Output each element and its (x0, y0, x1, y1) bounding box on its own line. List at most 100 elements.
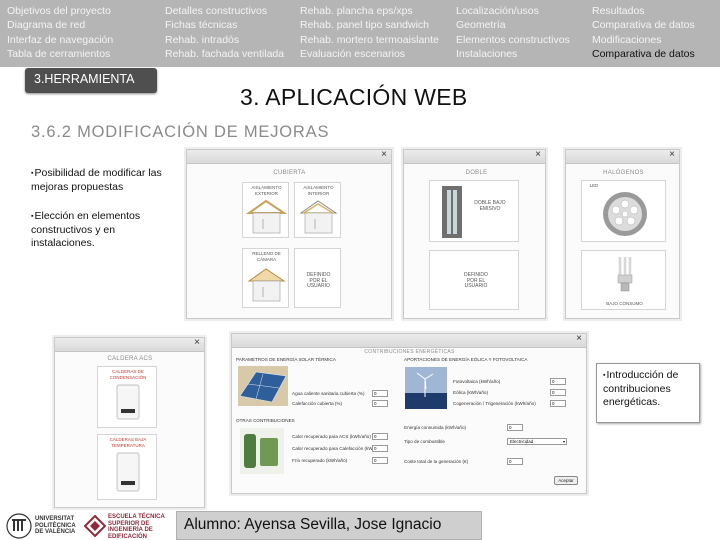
option-doble-bajo-emisivo[interactable]: DOBLE BAJO EMISIVO (429, 180, 519, 242)
close-icon[interactable]: × (381, 149, 387, 160)
bullet-text: Posibilidad de modificar las mejoras pro… (31, 167, 162, 193)
nav-link[interactable]: Geometría (456, 18, 570, 32)
pane-title: DOBLE (465, 170, 488, 176)
field-label: Eólica (kWh/año) (453, 390, 488, 395)
herramienta-tab[interactable]: 3.HERRAMIENTA (25, 68, 157, 93)
roof-icon (299, 200, 338, 234)
author-name: Alumno: Ayensa Sevilla, Jose Ignacio (184, 516, 442, 533)
window-profile-icon (442, 186, 462, 238)
nav-link[interactable]: Tabla de cerramientos (7, 47, 113, 61)
nav-link[interactable]: Evaluación escenarios (300, 47, 439, 61)
option-bajo-consumo[interactable]: BAJO CONSUMO (581, 250, 666, 310)
eolic-section-title: APORTACIONES DE ENERGÍA EÓLICA Y FOTOVOL… (404, 357, 528, 362)
nav-column-4: Localización/usos Geometría Elementos co… (456, 4, 570, 62)
option-label: BAJO CONSUMO (606, 301, 643, 306)
eolica-input[interactable]: 0 (550, 389, 566, 396)
nav-link[interactable]: Detalles constructivos (165, 4, 284, 18)
top-navigation: Objetivos del proyecto Diagrama de red I… (0, 0, 720, 67)
nav-link[interactable]: Interfaz de navegación (7, 33, 113, 47)
field-label: Coste total de la generación (€) (404, 459, 469, 464)
caldera-window: × CALDERA ACS CALDERAS DE CONDENSACIÓN C… (54, 337, 205, 508)
acs-cubierta-input[interactable]: 0 (372, 390, 388, 397)
nav-link[interactable]: Objetivos del proyecto (7, 4, 113, 18)
nav-link[interactable]: Elementos constructivos (456, 33, 570, 47)
coste-generacion-input[interactable]: 0 (507, 458, 523, 465)
option-aislamiento-exterior[interactable]: AISLAMIENTO EXTERIOR (242, 182, 289, 238)
boiler-icon (116, 384, 140, 420)
field-label: Frío recuperado (kWh/año) (292, 458, 348, 463)
others-section-title: OTRAS CONTRIBUCIONES (236, 418, 295, 423)
cogeneracion-input[interactable]: 0 (550, 400, 566, 407)
option-aislamiento-interior[interactable]: AISLAMIENTO INTERIOR (294, 182, 341, 238)
option-led[interactable]: LED (581, 180, 666, 242)
nav-link[interactable]: Rehab. mortero termoaislante (300, 33, 439, 47)
roof-icon (247, 268, 286, 302)
nav-link[interactable]: Rehab. intradós (165, 33, 284, 47)
option-relleno-camara[interactable]: RELLENO DE CÁMARA (242, 248, 289, 308)
field-label: Cogeneración / Trigeneración (kWh/año) (453, 401, 536, 406)
nav-link[interactable]: Modificaciones (592, 33, 695, 47)
ie-logo-text: ESCUELA TÉCNICA SUPERIOR DE INGENIERÍA D… (108, 514, 165, 540)
nav-link[interactable]: Localización/usos (456, 4, 570, 18)
option-label: CALDERAS DE CONDENSACIÓN (109, 369, 147, 380)
close-icon[interactable]: × (669, 149, 675, 160)
option-label: DEFINIDO POR EL USUARIO (306, 272, 331, 289)
select-value: Electricidad (510, 439, 534, 444)
field-label: Calefacción cubierta (%) (292, 401, 343, 406)
upv-logo-icon (6, 513, 32, 539)
calor-acs-input[interactable]: 0 (372, 433, 388, 440)
section-title: 3.6.2 MODIFICACIÓN DE MEJORAS (31, 123, 330, 141)
window-titlebar: × (187, 149, 391, 164)
nav-link[interactable]: Rehab. fachada ventilada (165, 47, 284, 61)
cubierta-window: × CUBIERTA AISLAMIENTO EXTERIOR AISLAMIE… (186, 149, 392, 319)
field-label: Energía consumida (kWh/año) (404, 425, 467, 430)
upv-logo-text: UNIVERSITAT POLITÈCNICA DE VALÈNCIA (35, 516, 76, 535)
pane-title: CUBIERTA (273, 170, 306, 176)
close-icon[interactable]: × (576, 333, 582, 344)
led-lamp-icon (603, 192, 647, 236)
solar-section-title: PARAMETROS DE ENERGÍA SOLAR TÉRMICA (236, 357, 336, 362)
boiler-icon (116, 452, 140, 492)
combustible-select[interactable]: Electricidad ▾ (507, 438, 567, 445)
nav-column-5: Resultados Comparativa de datos Modifica… (592, 4, 695, 62)
nav-link[interactable]: Resultados (592, 4, 695, 18)
close-icon[interactable]: × (194, 337, 200, 348)
aceptar-button[interactable]: Aceptar (554, 476, 578, 485)
pane-title: CALDERA ACS (107, 356, 153, 362)
window-titlebar: × (55, 337, 204, 352)
ie-logo-icon (84, 515, 106, 537)
heat-recovery-icon (240, 428, 284, 474)
nav-link-active[interactable]: Comparativa de datos (592, 47, 695, 61)
nav-link[interactable]: Rehab. panel tipo sandwich (300, 18, 439, 32)
option-calderas-baja-temperatura[interactable]: CALDERAS BAJA TEMPERATURA (97, 434, 157, 500)
window-titlebar: × (404, 149, 545, 164)
option-definido-usuario[interactable]: DEFINIDO POR EL USUARIO (294, 248, 341, 308)
nav-link[interactable]: Diagrama de red (7, 18, 113, 32)
nav-link[interactable]: Rehab. plancha eps/xps (300, 4, 439, 18)
frio-recuperado-input[interactable]: 0 (372, 457, 388, 464)
option-definido-usuario[interactable]: DEFINIDO POR EL USUARIO (429, 250, 519, 310)
bullet-text: Elección en elementos constructivos y en… (31, 210, 141, 249)
bullet-eleccion: ▪Elección en elementos constructivos y e… (31, 210, 181, 251)
bullet-introduccion: ▪Introducción de contribuciones energéti… (597, 364, 699, 415)
field-label: Tipo de combustible (404, 439, 445, 444)
nav-link[interactable]: Fichas técnicas (165, 18, 284, 32)
energia-consumida-input[interactable]: 0 (507, 424, 523, 431)
close-icon[interactable]: × (535, 149, 541, 160)
halogenos-window: × HALÓGENOS LED BAJO CONSUMO (565, 149, 680, 319)
option-calderas-condensacion[interactable]: CALDERAS DE CONDENSACIÓN (97, 366, 157, 428)
chevron-down-icon: ▾ (562, 439, 565, 444)
nav-column-1: Objetivos del proyecto Diagrama de red I… (7, 4, 113, 62)
nav-column-2: Detalles constructivos Fichas técnicas R… (165, 4, 284, 62)
fotovoltaica-input[interactable]: 0 (550, 378, 566, 385)
doble-window: × DOBLE DOBLE BAJO EMISIVO DEFINIDO POR … (403, 149, 546, 319)
pane-title: CONTRIBUCIONES ENERGÉTICAS (364, 349, 455, 355)
nav-link[interactable]: Instalaciones (456, 47, 570, 61)
nav-column-3: Rehab. plancha eps/xps Rehab. panel tipo… (300, 4, 439, 62)
nav-link[interactable]: Comparativa de datos (592, 18, 695, 32)
wind-solar-icon (405, 367, 447, 409)
field-label: Agua caliente sanitaria cubierta (%) (292, 391, 365, 396)
calefaccion-cubierta-input[interactable]: 0 (372, 400, 388, 407)
calor-calefaccion-input[interactable]: 0 (372, 445, 388, 452)
field-label: Calor recuperado para ACS (kWh/año) (292, 434, 371, 439)
